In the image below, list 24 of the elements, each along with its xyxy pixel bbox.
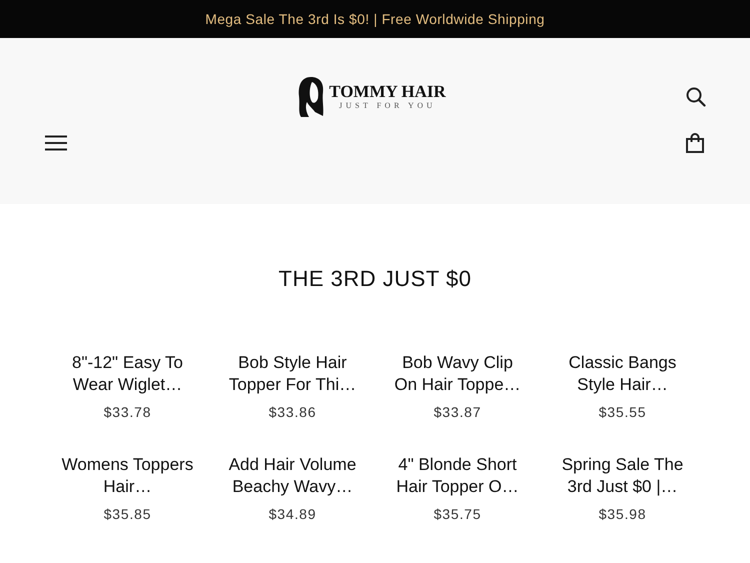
product-price: $35.85 <box>104 506 152 522</box>
logo-icon <box>297 76 326 118</box>
product-title[interactable]: 4" Blonde Short Hair Topper O… <box>388 454 526 498</box>
product-title[interactable]: Add Hair Volume Beachy Wavy… <box>224 454 362 498</box>
product-title[interactable]: Womens Toppers Hair… <box>58 454 196 498</box>
product-price: $33.78 <box>104 404 152 420</box>
product-title[interactable]: Bob Style Hair Topper For Thi… <box>224 352 362 396</box>
product-price: $35.55 <box>598 404 646 420</box>
shopping-bag-icon[interactable] <box>686 133 704 153</box>
menu-icon[interactable] <box>45 135 67 151</box>
product-price: $35.98 <box>598 506 646 522</box>
product-title[interactable]: Bob Wavy Clip On Hair Toppe… <box>388 352 526 396</box>
section-title: THE 3RD JUST $0 <box>278 266 472 292</box>
product-title[interactable]: Spring Sale The 3rd Just $0 |… <box>554 454 692 498</box>
logo-tagline: JUST FOR YOU <box>339 101 436 111</box>
logo-name: TOMMY HAIR <box>329 83 446 101</box>
product-title[interactable]: Classic Bangs Style Hair… <box>554 352 692 396</box>
product-price: $35.75 <box>434 506 482 522</box>
product-price: $34.89 <box>268 506 316 522</box>
product-price: $33.87 <box>434 404 482 420</box>
announcement-text: Mega Sale The 3rd Is $0! | Free Worldwide Shipping <box>205 11 545 27</box>
product-price: $33.86 <box>268 404 316 420</box>
product-title[interactable]: 8"-12" Easy To Wear Wiglet… <box>58 352 196 396</box>
search-icon[interactable] <box>686 87 706 107</box>
